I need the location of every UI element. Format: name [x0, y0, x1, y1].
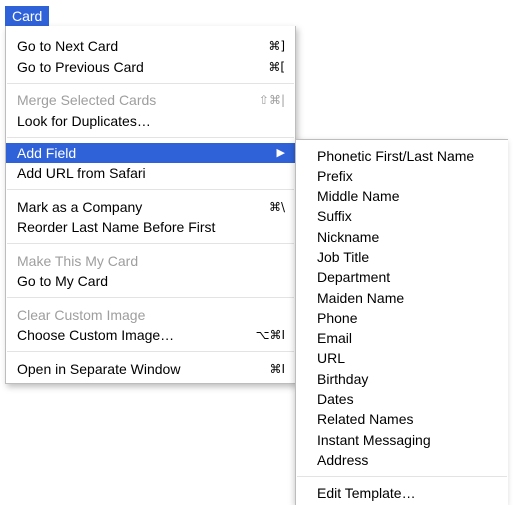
menu-item-shortcut: ⌘I: [269, 362, 285, 376]
submenu-item-maiden-name[interactable]: Maiden Name: [296, 288, 508, 308]
submenu-item-email[interactable]: Email: [296, 328, 508, 348]
menu-item-label: Clear Custom Image: [17, 307, 146, 323]
menu-item-merge-selected-cards: Merge Selected Cards ⇧⌘|: [6, 90, 295, 110]
submenu-item-job-title[interactable]: Job Title: [296, 247, 508, 267]
menu-item-go-to-my-card[interactable]: Go to My Card: [6, 271, 295, 291]
submenu-item-dates[interactable]: Dates: [296, 389, 508, 409]
menu-item-choose-custom-image[interactable]: Choose Custom Image… ⌥⌘I: [6, 325, 295, 345]
menu-separator: [7, 189, 294, 190]
menu-item-go-to-next-card[interactable]: Go to Next Card ⌘]: [6, 36, 295, 56]
menu-item-shortcut: ⌘[: [268, 60, 285, 74]
menu-item-label: Mark as a Company: [17, 199, 143, 215]
submenu-item-phone[interactable]: Phone: [296, 308, 508, 328]
submenu-item-birthday[interactable]: Birthday: [296, 369, 508, 389]
submenu-item-phonetic-name[interactable]: Phonetic First/Last Name: [296, 146, 508, 166]
menu-item-add-url-from-safari[interactable]: Add URL from Safari: [6, 163, 295, 183]
submenu-item-nickname[interactable]: Nickname: [296, 227, 508, 247]
submenu-item-url[interactable]: URL: [296, 348, 508, 368]
menu-item-label: Make This My Card: [17, 253, 139, 269]
menu-item-label: Add Field: [17, 145, 77, 161]
submenu-item-prefix[interactable]: Prefix: [296, 166, 508, 186]
menu-separator: [7, 243, 294, 244]
menu-item-reorder-last-name[interactable]: Reorder Last Name Before First: [6, 217, 295, 237]
menu-item-make-this-my-card: Make This My Card: [6, 251, 295, 271]
card-menu: Go to Next Card ⌘] Go to Previous Card ⌘…: [5, 26, 296, 384]
submenu-item-address[interactable]: Address: [296, 450, 508, 470]
menu-item-shortcut: ⌥⌘I: [255, 328, 285, 342]
add-field-submenu: Phonetic First/Last Name Prefix Middle N…: [295, 139, 508, 505]
menu-item-shortcut: ⌘\: [268, 200, 285, 214]
menu-separator: [7, 351, 294, 352]
menu-item-label: Look for Duplicates…: [17, 113, 151, 129]
menu-item-label: Reorder Last Name Before First: [17, 219, 216, 235]
screenshot-stage: Card Go to Next Card ⌘] Go to Previous C…: [0, 0, 513, 505]
menu-item-open-in-separate-window[interactable]: Open in Separate Window ⌘I: [6, 359, 295, 379]
menu-item-look-for-duplicates[interactable]: Look for Duplicates…: [6, 111, 295, 131]
menu-item-shortcut: ⌘]: [268, 39, 285, 53]
submenu-item-edit-template[interactable]: Edit Template…: [296, 483, 508, 503]
menu-item-go-to-previous-card[interactable]: Go to Previous Card ⌘[: [6, 57, 295, 77]
menu-item-clear-custom-image: Clear Custom Image: [6, 305, 295, 325]
menu-separator: [297, 476, 507, 477]
submenu-item-department[interactable]: Department: [296, 267, 508, 287]
menu-item-label: Go to Next Card: [17, 38, 119, 54]
menubar-card-menu[interactable]: Card: [5, 6, 50, 26]
menu-item-label: Go to My Card: [17, 273, 109, 289]
menu-separator: [7, 137, 294, 138]
menu-item-label: Merge Selected Cards: [17, 92, 157, 108]
menu-item-label: Choose Custom Image…: [17, 327, 175, 343]
submenu-arrow-icon: ▶: [276, 147, 285, 159]
menu-separator: [7, 297, 294, 298]
menu-item-label: Go to Previous Card: [17, 59, 144, 75]
menu-item-label: Open in Separate Window: [17, 361, 181, 377]
submenu-item-middle-name[interactable]: Middle Name: [296, 186, 508, 206]
menu-item-shortcut: ⇧⌘|: [258, 93, 285, 107]
submenu-item-instant-messaging[interactable]: Instant Messaging: [296, 430, 508, 450]
submenu-item-related-names[interactable]: Related Names: [296, 409, 508, 429]
submenu-item-suffix[interactable]: Suffix: [296, 206, 508, 226]
menu-item-mark-as-a-company[interactable]: Mark as a Company ⌘\: [6, 197, 295, 217]
menu-item-label: Add URL from Safari: [17, 165, 146, 181]
menu-item-add-field[interactable]: Add Field ▶: [6, 143, 295, 163]
menu-separator: [7, 83, 294, 84]
